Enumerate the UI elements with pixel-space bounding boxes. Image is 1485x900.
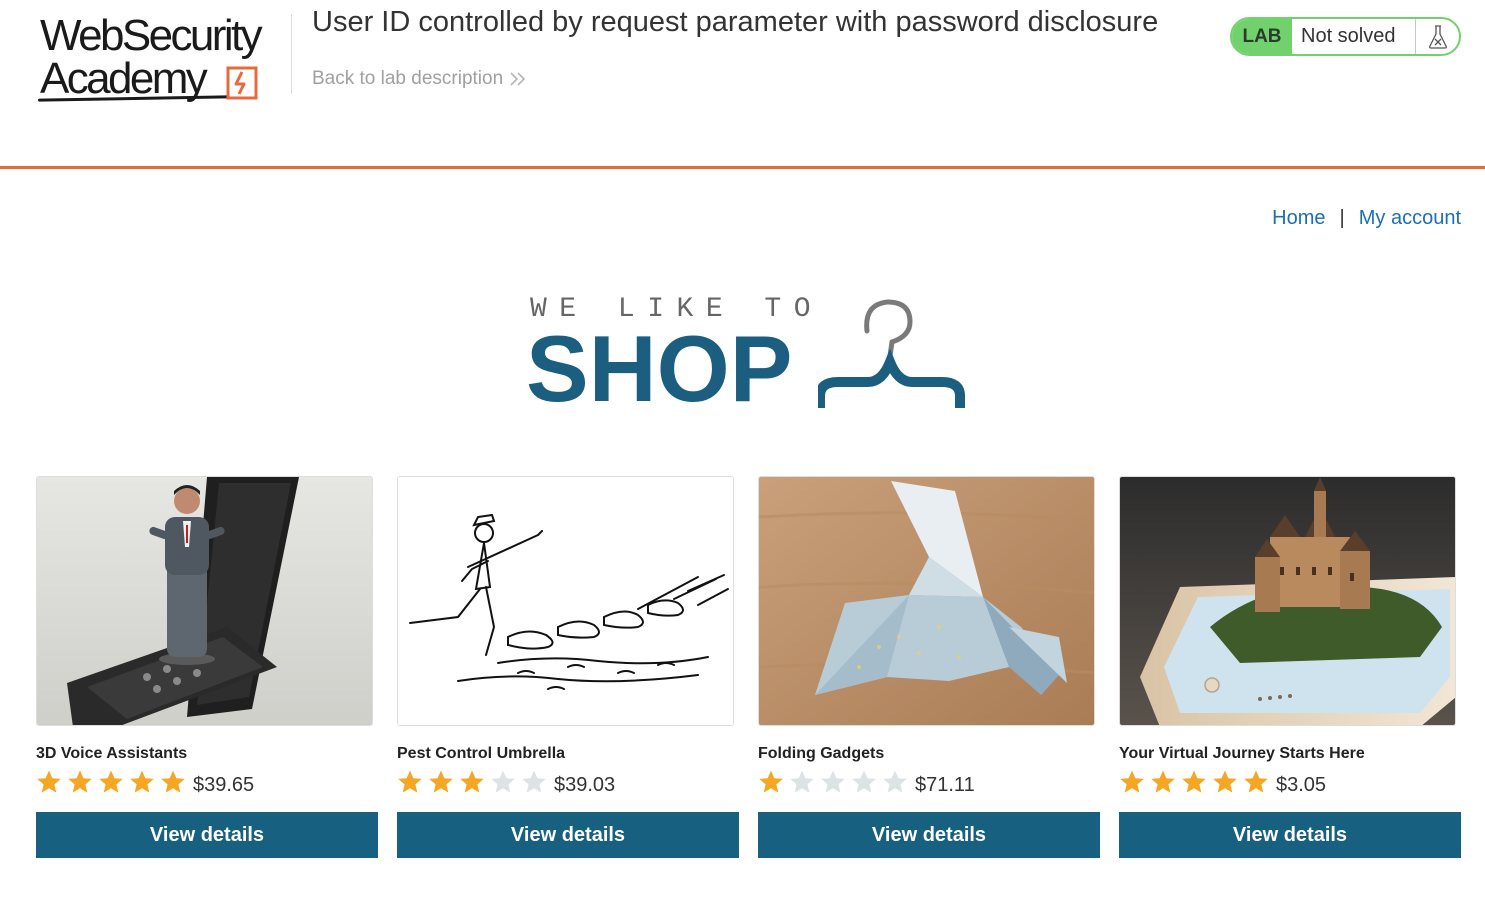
star-rating	[36, 769, 186, 795]
lab-badge: LAB	[1232, 19, 1292, 54]
star-filled-icon	[1182, 770, 1206, 793]
star-rating	[1119, 769, 1269, 795]
star-filled-icon	[37, 770, 61, 793]
product-card: Folding Gadgets $71.11 View details	[758, 476, 1100, 858]
star-filled-icon	[161, 770, 185, 793]
flask-icon	[1415, 19, 1459, 54]
view-details-button[interactable]: View details	[36, 812, 378, 858]
shop-banner: WE LIKE TO SHOP	[526, 292, 976, 417]
star-empty-icon	[790, 770, 814, 793]
product-rating-row: $39.65	[36, 768, 378, 796]
star-filled-icon	[429, 770, 453, 793]
product-rating-row: $71.11	[758, 768, 1100, 796]
product-price: $39.03	[554, 773, 616, 796]
lab-status-widget: LAB Not solved	[1230, 17, 1461, 56]
banner-shop-text: SHOP	[526, 316, 793, 421]
product-name: Your Virtual Journey Starts Here	[1119, 745, 1365, 762]
star-filled-icon	[1151, 770, 1175, 793]
product-price: $3.05	[1276, 773, 1327, 796]
umbrella-sketch-image	[397, 476, 734, 726]
logo-line-2: Academy	[40, 54, 208, 103]
star-filled-icon	[1213, 770, 1237, 793]
product-card: Pest Control Umbrella $39.03 View detail…	[397, 476, 739, 858]
product-name: Folding Gadgets	[758, 745, 885, 762]
star-empty-icon	[491, 770, 515, 793]
star-filled-icon	[398, 770, 422, 793]
star-filled-icon	[68, 770, 92, 793]
view-details-button[interactable]: View details	[758, 812, 1100, 858]
star-rating	[397, 769, 547, 795]
star-filled-icon	[460, 770, 484, 793]
castle-phone-image	[1119, 476, 1456, 726]
star-filled-icon	[759, 770, 783, 793]
nav-home-link[interactable]: Home	[1272, 207, 1325, 230]
product-name: Pest Control Umbrella	[397, 745, 566, 762]
star-empty-icon	[522, 770, 546, 793]
nav-my-account-link[interactable]: My account	[1359, 207, 1461, 230]
back-to-lab-description-link[interactable]: Back to lab description	[312, 68, 527, 90]
star-empty-icon	[821, 770, 845, 793]
origami-bird-image	[758, 476, 1095, 726]
double-chevron-right-icon	[510, 72, 526, 86]
view-details-button[interactable]: View details	[397, 812, 739, 858]
product-rating-row: $3.05	[1119, 768, 1461, 796]
web-security-academy-logo[interactable]: WebSecurity Academy	[36, 12, 288, 106]
view-details-button[interactable]: View details	[1119, 812, 1461, 858]
lab-status-text: Not solved	[1301, 25, 1396, 47]
academy-header: WebSecurity Academy User ID controlled b…	[0, 0, 1485, 169]
lab-title: User ID controlled by request parameter …	[312, 6, 1159, 38]
star-filled-icon	[1244, 770, 1268, 793]
product-card: Your Virtual Journey Starts Here $3.05 V…	[1119, 476, 1461, 858]
header-divider	[291, 14, 292, 94]
star-filled-icon	[130, 770, 154, 793]
top-nav: Home | My account	[1272, 207, 1461, 230]
hologram-phone-image	[36, 476, 373, 726]
star-filled-icon	[99, 770, 123, 793]
logo-line-1: WebSecurity	[40, 11, 263, 60]
star-empty-icon	[883, 770, 907, 793]
logo-bolt-icon	[226, 66, 258, 100]
product-card: 3D Voice Assistants $39.65 View details	[36, 476, 378, 858]
star-filled-icon	[1120, 770, 1144, 793]
product-price: $39.65	[193, 773, 255, 796]
product-price: $71.11	[915, 773, 975, 796]
back-link-label: Back to lab description	[312, 68, 504, 89]
product-name: 3D Voice Assistants	[36, 745, 188, 762]
star-empty-icon	[852, 770, 876, 793]
star-rating	[758, 769, 908, 795]
nav-separator: |	[1339, 207, 1345, 229]
hanger-icon	[818, 299, 965, 408]
product-rating-row: $39.03	[397, 768, 739, 796]
